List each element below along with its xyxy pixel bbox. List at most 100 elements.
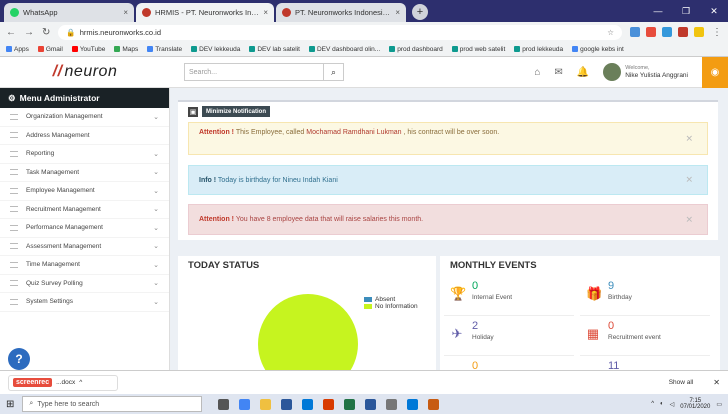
sidebar-item[interactable]: Time Management ⌄ (0, 256, 169, 275)
sidebar-item[interactable]: Address Management (0, 127, 169, 145)
url-input[interactable]: 🔒 hrmis.neuronworks.co.id ☆ (58, 24, 622, 40)
legend-item-no-information: No Information (364, 303, 418, 310)
download-item[interactable]: screenrec ...docx ^ (8, 374, 118, 391)
notifications-icon[interactable]: ▭ (716, 401, 722, 408)
file-explorer-icon[interactable] (260, 398, 272, 410)
menu-lines-icon (10, 261, 18, 268)
bookmark-dev-dashboard[interactable]: DEV dashboard olin... (308, 46, 380, 53)
extension-icon[interactable] (678, 27, 688, 37)
close-icon[interactable]: ✕ (685, 214, 693, 225)
sidebar-item[interactable]: Task Management ⌄ (0, 164, 169, 182)
bookmark-apps[interactable]: Apps (6, 46, 29, 53)
office-icon[interactable] (323, 398, 335, 410)
menu-lines-icon (10, 132, 18, 139)
app-icon[interactable] (407, 398, 419, 410)
bookmark-youtube[interactable]: YouTube (71, 46, 105, 53)
minimize-window-icon[interactable]: — (644, 6, 672, 16)
taskbar-search-input[interactable]: ⌕ Type here to search (22, 396, 203, 412)
bookmark-maps[interactable]: Maps (114, 46, 138, 53)
extension-icon[interactable] (630, 27, 640, 37)
tab-whatsapp[interactable]: WhatsApp × (4, 3, 134, 22)
excel-icon[interactable] (344, 398, 356, 410)
close-icon[interactable]: ✕ (685, 175, 693, 186)
bookmark-dev-lekkeuda[interactable]: DEV lekkeuda (191, 46, 240, 53)
event-item[interactable]: ●11 (580, 356, 710, 370)
sidebar-item[interactable]: Recruitment Management ⌄ (0, 201, 169, 219)
minimize-notification-button[interactable]: Minimize Notification (202, 106, 270, 117)
bookmark-gmail[interactable]: Gmail (37, 46, 63, 53)
edge-icon[interactable] (302, 398, 314, 410)
event-item[interactable]: 🏆 0 Internal Event (444, 276, 574, 316)
reload-icon[interactable]: ↻ (42, 27, 50, 38)
bookmark-label: prod dashboard (397, 45, 443, 53)
sidebar-item[interactable]: Reporting ⌄ (0, 145, 169, 164)
app-icon[interactable] (428, 398, 440, 410)
tab-neuronworks[interactable]: PT. Neuronworks Indonesia | Jan × (276, 3, 406, 22)
close-tab-icon[interactable]: × (263, 8, 268, 17)
alert-prefix: Attention ! (199, 129, 234, 136)
sidebar-item[interactable]: System Settings ⌄ (0, 293, 169, 312)
maximize-window-icon[interactable]: ❐ (672, 6, 700, 17)
star-icon[interactable]: ☆ (607, 28, 614, 37)
clock[interactable]: 7:15 07/01/2020 (680, 398, 710, 410)
sidebar: ⚙ Menu Administrator Organization Manage… (0, 88, 170, 370)
legend-label: Absent (375, 296, 396, 303)
bookmark-dev-lab-satelit[interactable]: DEV lab satelit (249, 46, 300, 53)
event-item[interactable]: ▦ 0 Recruitment event (580, 316, 710, 356)
sidebar-item[interactable]: Organization Management ⌄ (0, 108, 169, 127)
bookmark-google-kebs[interactable]: google kebs int (572, 46, 624, 53)
sidebar-item[interactable]: Quiz Survey Polling ⌄ (0, 275, 169, 293)
sidebar-item[interactable]: Employee Management ⌄ (0, 182, 169, 201)
bookmark-prod-web-satelit[interactable]: prod web satelit (451, 46, 505, 53)
chevron-down-icon: ⌄ (153, 224, 159, 232)
event-item[interactable]: ✈ 2 Holiday (444, 316, 574, 356)
tray-chevron-icon[interactable]: ^ (651, 401, 654, 407)
bookmark-prod-lekkeuda[interactable]: prod lekkeuda (514, 46, 563, 53)
bookmark-translate[interactable]: Translate (147, 46, 182, 53)
task-view-icon[interactable] (218, 398, 230, 410)
minimize-notification[interactable]: ▣ Minimize Notification (188, 106, 270, 117)
chrome-icon[interactable] (239, 398, 251, 410)
user-menu[interactable]: Welcome, Nike Yulistia Anggrani (603, 63, 688, 81)
event-item[interactable]: 🎁 9 Birthday (580, 276, 710, 316)
forward-icon[interactable]: → (24, 27, 34, 38)
close-tab-icon[interactable]: × (395, 8, 400, 17)
event-count: 9 (608, 280, 615, 292)
app-icon[interactable] (386, 398, 398, 410)
settings-toggle-button[interactable]: ◉ (702, 56, 728, 88)
mail-icon[interactable]: ✉ (554, 67, 562, 78)
bookmark-prod-dashboard[interactable]: prod dashboard (389, 46, 443, 53)
event-item[interactable]: ●0 (444, 356, 574, 370)
windows-start-icon[interactable]: ⊞ (6, 399, 14, 410)
tab-hrmis[interactable]: HRMIS - PT. Neuronworks Indon × (136, 3, 274, 22)
chevron-down-icon: ⌄ (153, 113, 159, 121)
home-icon[interactable]: ⌂ (534, 67, 540, 78)
close-tab-icon[interactable]: × (123, 8, 128, 17)
sidebar-item[interactable]: Performance Management ⌄ (0, 219, 169, 238)
extension-icon[interactable] (662, 27, 672, 37)
profile-icon[interactable] (694, 27, 704, 37)
close-window-icon[interactable]: ✕ (700, 6, 728, 17)
bell-icon[interactable]: 🔔 (577, 67, 589, 78)
close-icon[interactable]: ✕ (713, 378, 720, 387)
close-icon[interactable]: ✕ (685, 133, 693, 144)
show-all-button[interactable]: Show all (669, 379, 694, 386)
extensions (630, 27, 704, 37)
event-text: 0 Internal Event (472, 280, 512, 301)
search-input[interactable]: Search... (184, 63, 324, 81)
network-icon[interactable]: ◐ (660, 401, 664, 407)
help-button[interactable]: ? (8, 348, 30, 370)
brand-logo[interactable]: // neuron (0, 57, 170, 88)
extension-icon[interactable] (646, 27, 656, 37)
sidebar-item[interactable]: Assessment Management ⌄ (0, 238, 169, 256)
event-text: 9 Birthday (608, 280, 632, 301)
chevron-up-icon[interactable]: ^ (79, 379, 82, 386)
word-icon[interactable] (365, 398, 377, 410)
search-button[interactable]: ⌕ (324, 63, 344, 81)
menu-kebab-icon[interactable]: ⋮ (712, 27, 722, 38)
sidebar-item-label: Recruitment Management (26, 205, 101, 213)
store-icon[interactable] (281, 398, 293, 410)
volume-icon[interactable]: ◁ (670, 401, 675, 408)
new-tab-button[interactable]: + (412, 4, 428, 20)
back-icon[interactable]: ← (6, 27, 16, 38)
